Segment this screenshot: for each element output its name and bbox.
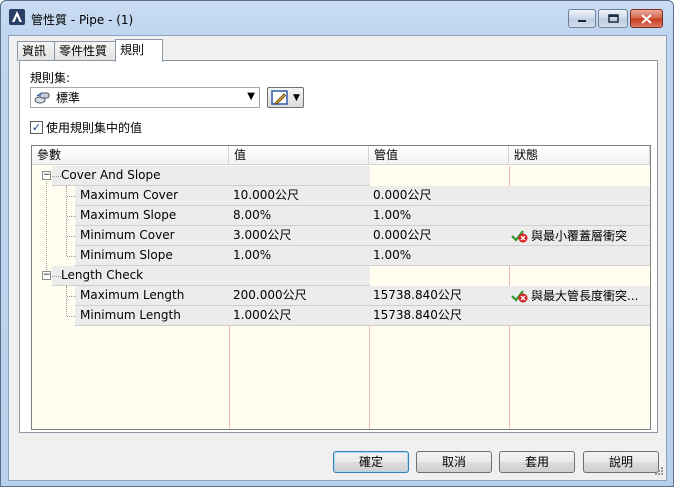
param-name: Minimum Length xyxy=(80,308,181,322)
param-name: Maximum Length xyxy=(80,288,185,302)
grid-header: 參數 值 管值 狀態 xyxy=(32,146,650,165)
tab-strip: 資訊 零件性質 規則 xyxy=(17,39,164,62)
tab-info[interactable]: 資訊 xyxy=(17,41,56,61)
status-cell: 與最大管長度衝突... xyxy=(509,286,650,306)
status-cell xyxy=(509,306,650,326)
status-text: 與最小覆蓋層衝突 xyxy=(531,228,628,243)
group-row-cover-and-slope[interactable]: − Cover And Slope xyxy=(32,166,650,186)
status-cell xyxy=(509,186,650,206)
pipe-value: 0.000公尺 xyxy=(373,188,432,202)
pipe-value: 0.000公尺 xyxy=(373,228,432,242)
param-value[interactable]: 10.000公尺 xyxy=(229,186,369,206)
table-row[interactable]: Maximum Cover 10.000公尺 0.000公尺 xyxy=(32,186,650,206)
table-row[interactable]: Minimum Slope 1.00% 1.00% xyxy=(32,246,650,266)
tab-rules[interactable]: 規則 xyxy=(115,39,164,62)
param-value[interactable]: 3.000公尺 xyxy=(229,226,369,246)
table-row[interactable]: Minimum Length 1.000公尺 15738.840公尺 xyxy=(32,306,650,326)
pipe-value: 1.00% xyxy=(373,248,412,262)
dropdown-arrow-icon: ▼ xyxy=(293,92,300,103)
pipe-value: 1.00% xyxy=(373,208,412,222)
table-row[interactable]: Minimum Cover 3.000公尺 0.000公尺 與最小覆蓋層衝突 xyxy=(32,226,650,246)
title-bar[interactable]: 管性質 - Pipe - (1) xyxy=(1,1,673,35)
param-value[interactable]: 1.00% xyxy=(229,246,369,266)
apply-button[interactable]: 套用 xyxy=(499,451,575,473)
column-header-parameter[interactable]: 參數 xyxy=(32,146,229,165)
column-header-value[interactable]: 值 xyxy=(229,146,369,165)
rule-violation-icon xyxy=(511,290,528,303)
use-ruleset-values-option[interactable]: ✓ 使用規則集中的值 xyxy=(30,119,142,136)
ruleset-dropdown[interactable]: 標準 ▼ xyxy=(30,87,260,108)
group-row-length-check[interactable]: − Length Check xyxy=(32,266,650,286)
minimize-button[interactable] xyxy=(568,9,596,28)
autocad-app-icon[interactable] xyxy=(9,9,25,25)
maximize-icon xyxy=(607,14,619,23)
ruleset-selected-value: 標準 xyxy=(56,91,81,105)
chevron-down-icon: ▼ xyxy=(247,91,255,102)
status-text: 與最大管長度衝突... xyxy=(531,288,639,303)
group-name: Cover And Slope xyxy=(61,168,161,182)
column-header-status[interactable]: 狀態 xyxy=(509,146,650,165)
collapse-icon[interactable]: − xyxy=(42,171,51,180)
edit-ruleset-button[interactable]: ▼ xyxy=(267,87,304,108)
maximize-button[interactable] xyxy=(598,9,628,28)
rules-grid: 參數 值 管值 狀態 − Cover And Slope Maximum Cov… xyxy=(31,145,651,430)
pipe-value: 15738.840公尺 xyxy=(373,308,462,322)
pipe-rule-icon xyxy=(34,91,50,103)
tab-part-properties[interactable]: 零件性質 xyxy=(54,41,117,61)
cancel-button[interactable]: 取消 xyxy=(416,451,492,473)
param-value[interactable]: 1.000公尺 xyxy=(229,306,369,326)
minimize-icon xyxy=(578,19,586,22)
ruleset-label: 規則集: xyxy=(30,71,71,85)
table-row[interactable]: Maximum Slope 8.00% 1.00% xyxy=(32,206,650,226)
ok-button[interactable]: 確定 xyxy=(333,451,409,473)
param-value[interactable]: 8.00% xyxy=(229,206,369,226)
status-cell xyxy=(509,206,650,226)
window-title: 管性質 - Pipe - (1) xyxy=(31,13,134,27)
param-name: Maximum Slope xyxy=(80,208,177,222)
group-name: Length Check xyxy=(61,268,144,282)
param-name: Minimum Slope xyxy=(80,248,173,262)
param-value[interactable]: 200.000公尺 xyxy=(229,286,369,306)
resize-grip-icon[interactable] xyxy=(652,466,664,478)
use-ruleset-values-checkbox[interactable]: ✓ xyxy=(30,121,43,134)
param-name: Minimum Cover xyxy=(80,228,175,242)
pipe-value: 15738.840公尺 xyxy=(373,288,462,302)
status-cell: 與最小覆蓋層衝突 xyxy=(509,226,650,246)
collapse-icon[interactable]: − xyxy=(42,271,51,280)
status-cell xyxy=(509,246,650,266)
dialog-client-area: 資訊 零件性質 規則 規則集: 標準 ▼ ▼ ✓ 使用規則集中的值 參數 值 管… xyxy=(8,35,667,481)
rules-tab-panel: 規則集: 標準 ▼ ▼ ✓ 使用規則集中的值 參數 值 管值 狀態 − Cove… xyxy=(19,60,658,433)
param-name: Maximum Cover xyxy=(80,188,179,202)
close-icon xyxy=(641,13,652,24)
tree-line xyxy=(46,176,47,276)
grid-body: − Cover And Slope Maximum Cover 10.000公尺… xyxy=(32,166,650,326)
rule-violation-icon xyxy=(511,230,528,243)
tree-line xyxy=(66,286,67,316)
table-row[interactable]: Maximum Length 200.000公尺 15738.840公尺 與最大… xyxy=(32,286,650,306)
use-ruleset-values-label: 使用規則集中的值 xyxy=(46,121,143,135)
close-window-button[interactable] xyxy=(630,9,663,28)
edit-pencil-icon xyxy=(271,89,288,105)
pipe-properties-dialog: 管性質 - Pipe - (1) 資訊 零件性質 規則 規則集: 標準 ▼ ▼ … xyxy=(0,0,674,487)
column-header-pipe-value[interactable]: 管值 xyxy=(369,146,509,165)
help-button[interactable]: 說明 xyxy=(583,451,659,473)
